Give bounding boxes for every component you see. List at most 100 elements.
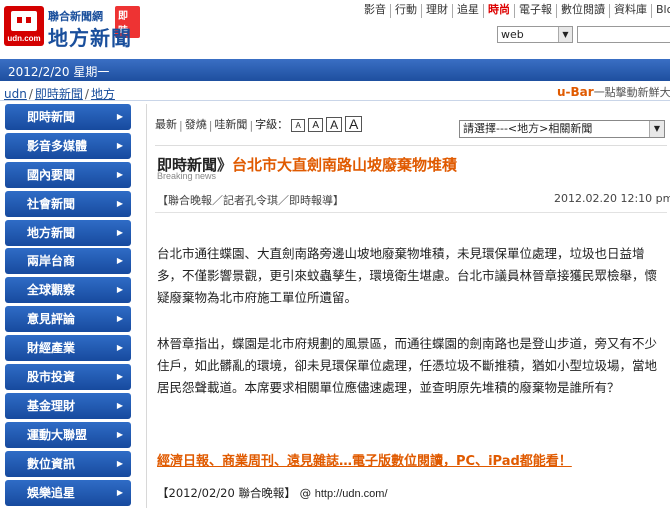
source-label: 【2012/02/20 聯合晚報】 (157, 486, 296, 500)
sidebar-item-cross-strait[interactable]: 兩岸台商 ▶ (5, 248, 131, 275)
nav-mobile[interactable]: 行動 (390, 4, 421, 18)
udn-logo[interactable]: udn.com 聯合新聞網 即時 地方新聞 (4, 6, 140, 50)
chevron-right-icon: ▶ (116, 487, 123, 497)
sidebar-item-label: 地方新聞 (27, 225, 76, 240)
sidebar-item-label: 運動大聯盟 (27, 427, 88, 442)
date-bar: 2012/2/20 星期一 (0, 59, 670, 81)
chevron-right-icon: ▶ (116, 198, 123, 208)
source-url: http://udn.com/ (314, 488, 388, 500)
divider (155, 212, 667, 213)
sidebar-item-label: 即時新聞 (27, 110, 76, 124)
sidebar-item-society[interactable]: 社會新聞 ▶ (5, 190, 131, 217)
font-size-large-button[interactable]: A (345, 116, 363, 132)
sidebar-item-opinion[interactable]: 意見評論 ▶ (5, 306, 131, 333)
toolbar-divider: | (179, 119, 183, 132)
breadcrumb-separator: / (84, 87, 89, 101)
search-scope-select[interactable]: web ▼ (497, 26, 573, 43)
chevron-right-icon: ▶ (116, 169, 123, 179)
sidebar-item-label: 娛樂追星 (27, 485, 76, 500)
sidebar-item-global[interactable]: 全球觀察 ▶ (5, 277, 131, 304)
article-paragraph: 林晉章指出，蝶園是北市府規劃的風景區，而通往蝶園的劍南路也是登山步道，旁又有不少… (157, 336, 658, 395)
toolbar-divider: | (249, 119, 254, 132)
top-nav: 影音 行動 理財 追星 時尚 電子報 數位閱讀 資料庫 Blog (360, 4, 670, 18)
sidebar-item-multimedia[interactable]: 影音多媒體 ▶ (5, 132, 131, 159)
sidebar-item-label: 基金理財 (27, 398, 76, 413)
link-hot[interactable]: 發燒 (185, 116, 207, 132)
sidebar-nav: 即時新聞 ▶ 影音多媒體 ▶ 國內要聞 ▶ 社會新聞 ▶ 地方新聞 ▶ 兩岸台商 ▶ 全球觀… (5, 104, 131, 508)
link-latest[interactable]: 最新 (155, 116, 177, 132)
chevron-down-icon: ▼ (649, 121, 664, 137)
chevron-right-icon: ▶ (116, 372, 123, 382)
nav-fashion[interactable]: 時尚 (483, 4, 514, 18)
udn-logo-icon: udn.com (4, 6, 44, 46)
article-byline: 【聯合晚報／記者孔令琪／即時報導】 (157, 194, 344, 207)
search-scope-value: web (501, 28, 524, 41)
search-input[interactable] (577, 26, 670, 43)
font-size-label: 字級： (255, 118, 289, 131)
ubar-text: 一點擊動新鮮大 (593, 86, 670, 99)
nav-digital-reading[interactable]: 數位閱讀 (556, 4, 609, 18)
nav-blog[interactable]: Blog (651, 4, 670, 18)
article-timestamp: 2012.02.20 12:10 pm (554, 192, 670, 205)
breadcrumb-instant-news[interactable]: 即時新聞 (35, 87, 83, 101)
sidebar-item-label: 數位資訊 (27, 456, 76, 471)
font-size-small-button[interactable]: A (308, 118, 324, 132)
sidebar-item-business[interactable]: 財經產業 ▶ (5, 335, 131, 362)
divider (0, 100, 670, 101)
sidebar-item-instant-news[interactable]: 即時新聞 ▶ (5, 104, 131, 130)
logo-title: 地方新聞 (48, 26, 132, 50)
breadcrumb-udn[interactable]: udn (4, 87, 27, 101)
link-wow-news[interactable]: 哇新聞 (214, 116, 247, 132)
ubar-brand: u-Bar (557, 85, 594, 99)
article-source: 【2012/02/20 聯合晚報】 @ http://udn.com/ (157, 485, 388, 501)
chevron-right-icon: ▶ (116, 140, 123, 150)
sidebar-item-entertainment[interactable]: 娛樂追星 ▶ (5, 479, 131, 506)
breadcrumb-separator: / (28, 87, 33, 101)
nav-database[interactable]: 資料庫 (609, 4, 651, 18)
sidebar-item-label: 影音多媒體 (27, 138, 88, 153)
article-paragraph: 台北市通往蝶園、大直劍南路旁邊山坡地廢棄物堆積，未見環保單位處理，垃圾也日益增多… (157, 246, 658, 305)
article-title: 台北市大直劍南路山坡廢棄物堆積 (232, 156, 458, 174)
chevron-right-icon: ▶ (116, 343, 123, 353)
font-size-medium-button[interactable]: A (326, 117, 343, 132)
digital-reading-promo-link[interactable]: 經濟日報、商業周刊、遠見雜誌…電子版數位閱讀，PC、iPad都能看！ (157, 450, 572, 469)
nav-stars[interactable]: 追星 (452, 4, 483, 18)
chevron-right-icon: ▶ (116, 285, 123, 295)
chevron-right-icon: ▶ (116, 429, 123, 439)
chevron-right-icon: ▶ (116, 314, 123, 324)
nav-finance[interactable]: 理財 (421, 4, 452, 18)
chevron-right-icon: ▶ (116, 400, 123, 410)
divider (155, 145, 667, 146)
sidebar-item-funds[interactable]: 基金理財 ▶ (5, 392, 131, 419)
sidebar-item-stocks[interactable]: 股市投資 ▶ (5, 364, 131, 391)
sidebar-item-label: 國內要聞 (27, 167, 76, 182)
ubar-promo[interactable]: u-Bar一點擊動新鮮大 (557, 84, 670, 100)
breaking-news-label: Breaking news (157, 171, 217, 181)
toolbar-divider: | (208, 119, 213, 132)
nav-video[interactable]: 影音 (360, 4, 390, 18)
sidebar-item-local[interactable]: 地方新聞 ▶ (5, 219, 131, 246)
sidebar-item-label: 全球觀察 (27, 283, 76, 298)
chevron-right-icon: ▶ (116, 227, 123, 237)
sidebar-item-label: 社會新聞 (27, 196, 76, 211)
sidebar-item-label: 兩岸台商 (27, 254, 76, 269)
site-header: udn.com 聯合新聞網 即時 地方新聞 影音 行動 理財 追星 時尚 電子報… (0, 0, 670, 52)
chevron-down-icon: ▼ (558, 27, 572, 42)
breadcrumb-local[interactable]: 地方 (91, 87, 115, 101)
related-news-select[interactable]: 請選擇---<地方>相關新聞 ▼ (459, 120, 665, 138)
nav-newsletter[interactable]: 電子報 (514, 4, 556, 18)
sidebar-item-label: 股市投資 (27, 370, 76, 385)
article-main: 最新 | 發燒 | 哇新聞 | 字級： A A A A 請選擇---<地方>相關新聞 … (146, 104, 670, 508)
source-at: @ (299, 486, 312, 500)
current-date: 2012/2/20 星期一 (8, 65, 110, 79)
chevron-right-icon: ▶ (116, 112, 123, 121)
headline-chevron: 》 (217, 156, 233, 174)
article-toolbar: 最新 | 發燒 | 哇新聞 | 字級： A A A A (155, 116, 363, 132)
sidebar-item-sports[interactable]: 運動大聯盟 ▶ (5, 421, 131, 448)
related-news-value: 請選擇---<地方>相關新聞 (463, 122, 593, 135)
sidebar-item-label: 財經產業 (27, 341, 76, 356)
logo-url-text: udn.com (7, 34, 41, 43)
sidebar-item-domestic[interactable]: 國內要聞 ▶ (5, 161, 131, 188)
font-size-smallest-button[interactable]: A (291, 119, 306, 132)
sidebar-item-digital[interactable]: 數位資訊 ▶ (5, 450, 131, 477)
